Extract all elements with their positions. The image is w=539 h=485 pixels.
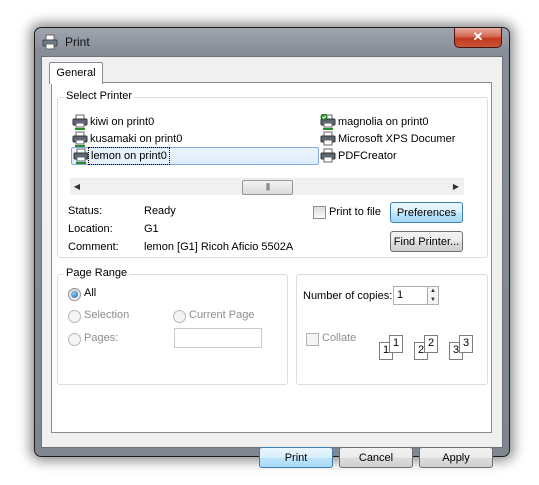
location-label: Location:: [68, 223, 113, 235]
selection-label: Selection: [84, 309, 130, 321]
collate-label: Collate: [322, 332, 357, 344]
select-printer-group: Select Printer kiwi on print0 kusamaki o…: [57, 90, 488, 258]
pages-label: Pages:: [84, 332, 119, 344]
close-icon: ✕: [472, 29, 484, 44]
current-page-radio[interactable]: [173, 310, 186, 323]
printer-icon: [42, 34, 58, 50]
status-value: Ready: [144, 205, 176, 217]
network-printer-icon: [72, 114, 88, 130]
spin-down-arrow-icon[interactable]: ▼: [428, 296, 438, 304]
network-printer-icon: [73, 148, 89, 164]
printer-name: kiwi on print0: [90, 116, 155, 128]
copies-group: Number of copies: 1 ▲ ▼ Collate 1 1 2 2 …: [296, 274, 488, 385]
print-dialog-window: Print ✕ General Select Printer kiwi on p…: [34, 27, 510, 468]
dialog-client-area: General Select Printer kiwi on print0 ku…: [41, 56, 503, 468]
location-value: G1: [144, 223, 159, 235]
printer-name: lemon on print0: [88, 147, 170, 165]
printer-name: kusamaki on print0: [90, 133, 183, 145]
number-of-copies-label: Number of copies:: [303, 290, 393, 302]
network-printer-icon: [72, 131, 88, 147]
cancel-button[interactable]: Cancel: [339, 447, 413, 468]
comment-label: Comment:: [68, 241, 119, 253]
apply-button[interactable]: Apply: [419, 447, 493, 468]
scroll-thumb[interactable]: |||: [242, 180, 293, 195]
print-to-file-label: Print to file: [329, 206, 381, 218]
printer-name: magnolia on print0: [338, 116, 429, 128]
find-printer-button[interactable]: Find Printer...: [390, 231, 463, 252]
collate-page-icon: 2: [424, 335, 438, 353]
default-printer-icon: [320, 114, 336, 130]
current-page-label: Current Page: [189, 309, 255, 321]
printer-name: PDFCreator: [338, 150, 397, 162]
tab-general[interactable]: General: [49, 62, 103, 84]
preferences-button[interactable]: Preferences: [390, 202, 463, 223]
all-label: All: [84, 287, 97, 299]
printer-icon: [320, 131, 336, 146]
general-tab-panel: Select Printer kiwi on print0 kusamaki o…: [51, 82, 492, 433]
all-radio[interactable]: [68, 288, 81, 301]
spin-up-arrow-icon[interactable]: ▲: [428, 287, 438, 295]
printer-name: Microsoft XPS Documer: [338, 133, 456, 145]
selection-radio[interactable]: [68, 310, 81, 323]
printer-list-hscrollbar[interactable]: ◀ ||| ▶: [70, 178, 464, 195]
copies-spinner[interactable]: ▲ ▼: [427, 286, 439, 305]
scroll-right-arrow-icon[interactable]: ▶: [450, 181, 462, 193]
printer-item-lemon[interactable]: lemon on print0: [71, 147, 319, 165]
page-range-group: Page Range All Selection Current Page Pa…: [57, 267, 288, 385]
pages-radio[interactable]: [68, 333, 81, 346]
scroll-left-arrow-icon[interactable]: ◀: [71, 181, 83, 193]
pages-input[interactable]: [174, 328, 262, 348]
collate-page-icon: 3: [459, 335, 473, 353]
status-label: Status:: [68, 205, 103, 217]
print-to-file-checkbox[interactable]: [313, 206, 326, 219]
window-title: Print: [65, 35, 90, 49]
page-range-legend: Page Range: [64, 267, 130, 279]
collate-page-icon: 1: [389, 335, 403, 353]
collate-checkbox[interactable]: [306, 333, 319, 346]
close-button[interactable]: ✕: [454, 28, 502, 48]
number-of-copies-input[interactable]: 1: [393, 286, 428, 305]
print-button[interactable]: Print: [259, 447, 333, 468]
printer-icon: [320, 148, 336, 163]
select-printer-legend: Select Printer: [64, 90, 135, 102]
comment-value: lemon [G1] Ricoh Aficio 5502A: [144, 241, 294, 253]
